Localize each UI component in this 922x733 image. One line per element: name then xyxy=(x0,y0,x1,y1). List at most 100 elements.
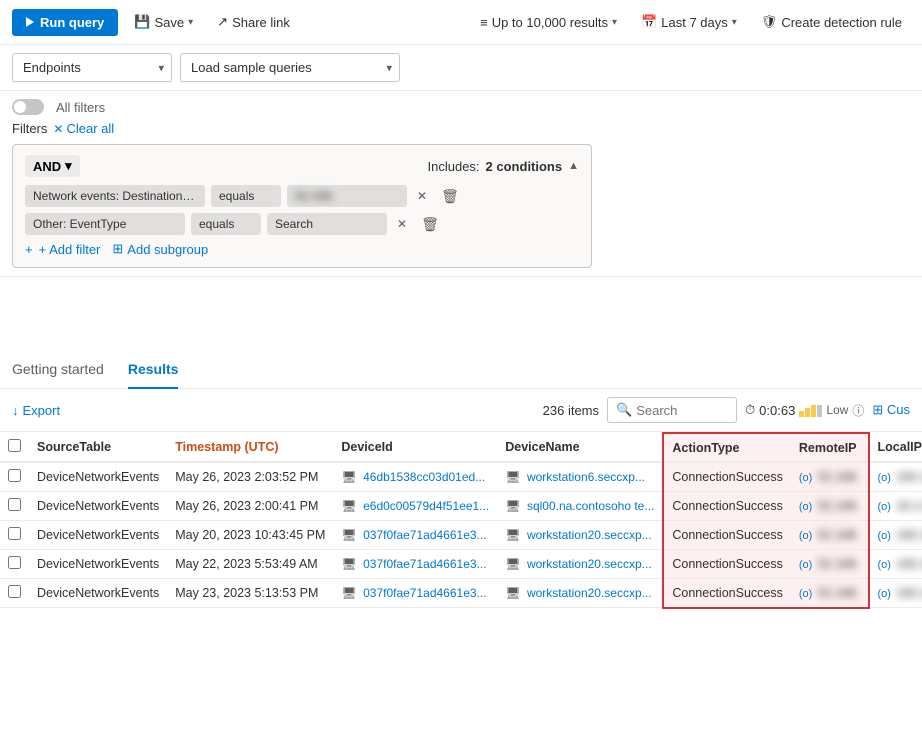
remote-ip-value: 52.168. xyxy=(818,586,860,600)
results-table: SourceTable Timestamp (UTC) DeviceId Dev… xyxy=(0,432,922,609)
time-range-chevron: ▾ xyxy=(732,17,737,28)
condition-1-field[interactable]: Network events: DestinationIPA... xyxy=(25,185,205,207)
row-checkbox[interactable] xyxy=(8,469,21,482)
remote-ip-value: 52.168. xyxy=(818,557,860,571)
row-checkbox[interactable] xyxy=(8,585,21,598)
condition-2-value[interactable]: Search xyxy=(267,213,387,235)
conditions-header: AND ▾ Includes: 2 conditions ▲ xyxy=(25,155,579,177)
conditions-box: AND ▾ Includes: 2 conditions ▲ Network e… xyxy=(12,144,592,268)
all-filters-toggle[interactable] xyxy=(12,99,44,115)
device-name-link[interactable]: workstation20.seccxp... xyxy=(527,528,652,542)
table-row: DeviceNetworkEvents May 22, 2023 5:53:49… xyxy=(0,550,922,579)
device-name-icon: 🖥 xyxy=(505,528,520,542)
customize-columns-button[interactable]: ⊞ Cus xyxy=(872,402,910,418)
col-header-source-table[interactable]: SourceTable xyxy=(29,433,167,462)
search-input[interactable] xyxy=(636,403,726,418)
col-header-action-type[interactable]: ActionType xyxy=(663,433,790,462)
endpoints-dropdown[interactable]: Endpoints xyxy=(12,53,172,82)
sample-queries-dropdown-wrapper: Load sample queries xyxy=(180,53,400,82)
condition-2-clear-button[interactable]: ✕ xyxy=(393,215,411,233)
collapse-icon[interactable]: ▲ xyxy=(568,160,579,172)
save-button[interactable]: 💾 Save ▾ xyxy=(126,8,201,36)
condition-2-delete-button[interactable]: 🗑 xyxy=(417,214,443,235)
col-header-device-name[interactable]: DeviceName xyxy=(497,433,663,462)
local-wifi-icon: (o) xyxy=(878,472,891,484)
table-row: DeviceNetworkEvents May 26, 2023 2:00:41… xyxy=(0,492,922,521)
row-source-table: DeviceNetworkEvents xyxy=(29,521,167,550)
search-box: 🔍 xyxy=(607,397,737,423)
tab-getting-started[interactable]: Getting started xyxy=(12,353,104,389)
device-id-link[interactable]: 037f0fae71ad4661e3... xyxy=(363,586,486,600)
row-device-name: 🖥 sql00.na.contosoho te... xyxy=(497,492,663,521)
table-row: DeviceNetworkEvents May 20, 2023 10:43:4… xyxy=(0,521,922,550)
col-header-device-id[interactable]: DeviceId xyxy=(333,433,497,462)
filter-section: All filters Filters ✕ Clear all AND ▾ In… xyxy=(0,91,922,277)
save-icon: 💾 xyxy=(134,14,150,30)
device-id-link[interactable]: 46db1538cc03d01ed... xyxy=(363,470,485,484)
local-wifi-icon: (o) xyxy=(878,559,891,571)
run-query-button[interactable]: Run query xyxy=(12,9,118,36)
time-range-button[interactable]: 📅 Last 7 days ▾ xyxy=(633,9,745,35)
row-checkbox-cell xyxy=(0,492,29,521)
device-name-icon: 🖥 xyxy=(505,557,520,571)
add-filter-button[interactable]: + + Add filter xyxy=(25,242,100,257)
col-header-remote-ip[interactable]: RemoteIP xyxy=(791,433,869,462)
wifi-icon: (o) xyxy=(799,501,812,513)
timer-icon: ⏱ xyxy=(745,402,755,418)
sample-queries-dropdown[interactable]: Load sample queries xyxy=(180,53,400,82)
results-limit-chevron: ▾ xyxy=(612,17,617,28)
device-id-link[interactable]: 037f0fae71ad4661e3... xyxy=(363,528,486,542)
results-toolbar: ↓ Export 236 items 🔍 ⏱ 0:0:63 Low ⓘ ⊞ Cu… xyxy=(0,389,922,432)
wifi-icon: (o) xyxy=(799,559,812,571)
row-checkbox[interactable] xyxy=(8,527,21,540)
add-subgroup-button[interactable]: ⊞ Add subgroup xyxy=(112,241,208,257)
device-id-link[interactable]: 037f0fae71ad4661e3... xyxy=(363,557,486,571)
and-button[interactable]: AND ▾ xyxy=(25,155,80,177)
condition-1-operator[interactable]: equals xyxy=(211,185,281,207)
clear-all-button[interactable]: ✕ Clear all xyxy=(53,121,114,136)
endpoints-dropdown-wrapper: Endpoints xyxy=(12,53,172,82)
row-checkbox[interactable] xyxy=(8,556,21,569)
export-button[interactable]: ↓ Export xyxy=(12,403,60,418)
col-header-action-type-label: ActionType xyxy=(672,441,739,455)
share-icon: ↗ xyxy=(217,14,228,30)
col-header-device-id-label: DeviceId xyxy=(341,440,392,454)
local-ip-value: 192.168. xyxy=(896,557,922,571)
info-icon[interactable]: ⓘ xyxy=(852,402,864,419)
subgroup-icon: ⊞ xyxy=(112,241,123,257)
condition-1-value[interactable]: 52.168. xyxy=(287,185,407,207)
condition-1-delete-button[interactable]: 🗑 xyxy=(437,186,463,207)
condition-2-field[interactable]: Other: EventType xyxy=(25,213,185,235)
export-icon: ↓ xyxy=(12,403,19,418)
row-device-name: 🖥 workstation20.seccxp... xyxy=(497,521,663,550)
row-device-id: 🖥 46db1538cc03d01ed... xyxy=(333,462,497,492)
device-name-link[interactable]: workstation20.seccxp... xyxy=(527,586,652,600)
col-header-timestamp[interactable]: Timestamp (UTC) xyxy=(167,433,333,462)
results-list-icon: ≡ xyxy=(480,15,488,30)
condition-2-operator[interactable]: equals xyxy=(191,213,261,235)
tabs-section: Getting started Results xyxy=(0,337,922,389)
row-remote-ip: (o) 52.168. xyxy=(791,521,869,550)
select-all-checkbox[interactable] xyxy=(8,439,21,452)
row-action-type: ConnectionSuccess xyxy=(663,521,790,550)
share-link-button[interactable]: ↗ Share link xyxy=(209,8,298,36)
device-id-link[interactable]: e6d0c00579d4f51ee1... xyxy=(363,499,489,513)
device-name-link[interactable]: workstation20.seccxp... xyxy=(527,557,652,571)
top-toolbar: Run query 💾 Save ▾ ↗ Share link ≡ Up to … xyxy=(0,0,922,45)
tab-results[interactable]: Results xyxy=(128,353,179,389)
items-count: 236 items xyxy=(543,403,599,418)
all-filters-row: All filters xyxy=(12,99,910,115)
device-icon: 🖥 xyxy=(341,528,356,542)
row-checkbox[interactable] xyxy=(8,498,21,511)
col-header-local-ip-label: LocalIP xyxy=(878,440,922,454)
condition-1-value-text: 52.168. xyxy=(295,189,335,203)
local-ip-value: 192.168. xyxy=(896,586,922,600)
table-body: DeviceNetworkEvents May 26, 2023 2:03:52… xyxy=(0,462,922,608)
device-name-link[interactable]: workstation6.seccxp... xyxy=(527,470,645,484)
col-header-local-ip[interactable]: LocalIP xyxy=(869,433,922,462)
results-limit-button[interactable]: ≡ Up to 10,000 results ▾ xyxy=(472,10,625,35)
create-detection-rule-button[interactable]: 🛡 Create detection rule xyxy=(753,9,910,35)
row-checkbox-cell xyxy=(0,521,29,550)
device-name-link[interactable]: sql00.na.contosoho te... xyxy=(527,499,654,513)
condition-1-clear-button[interactable]: ✕ xyxy=(413,187,431,205)
